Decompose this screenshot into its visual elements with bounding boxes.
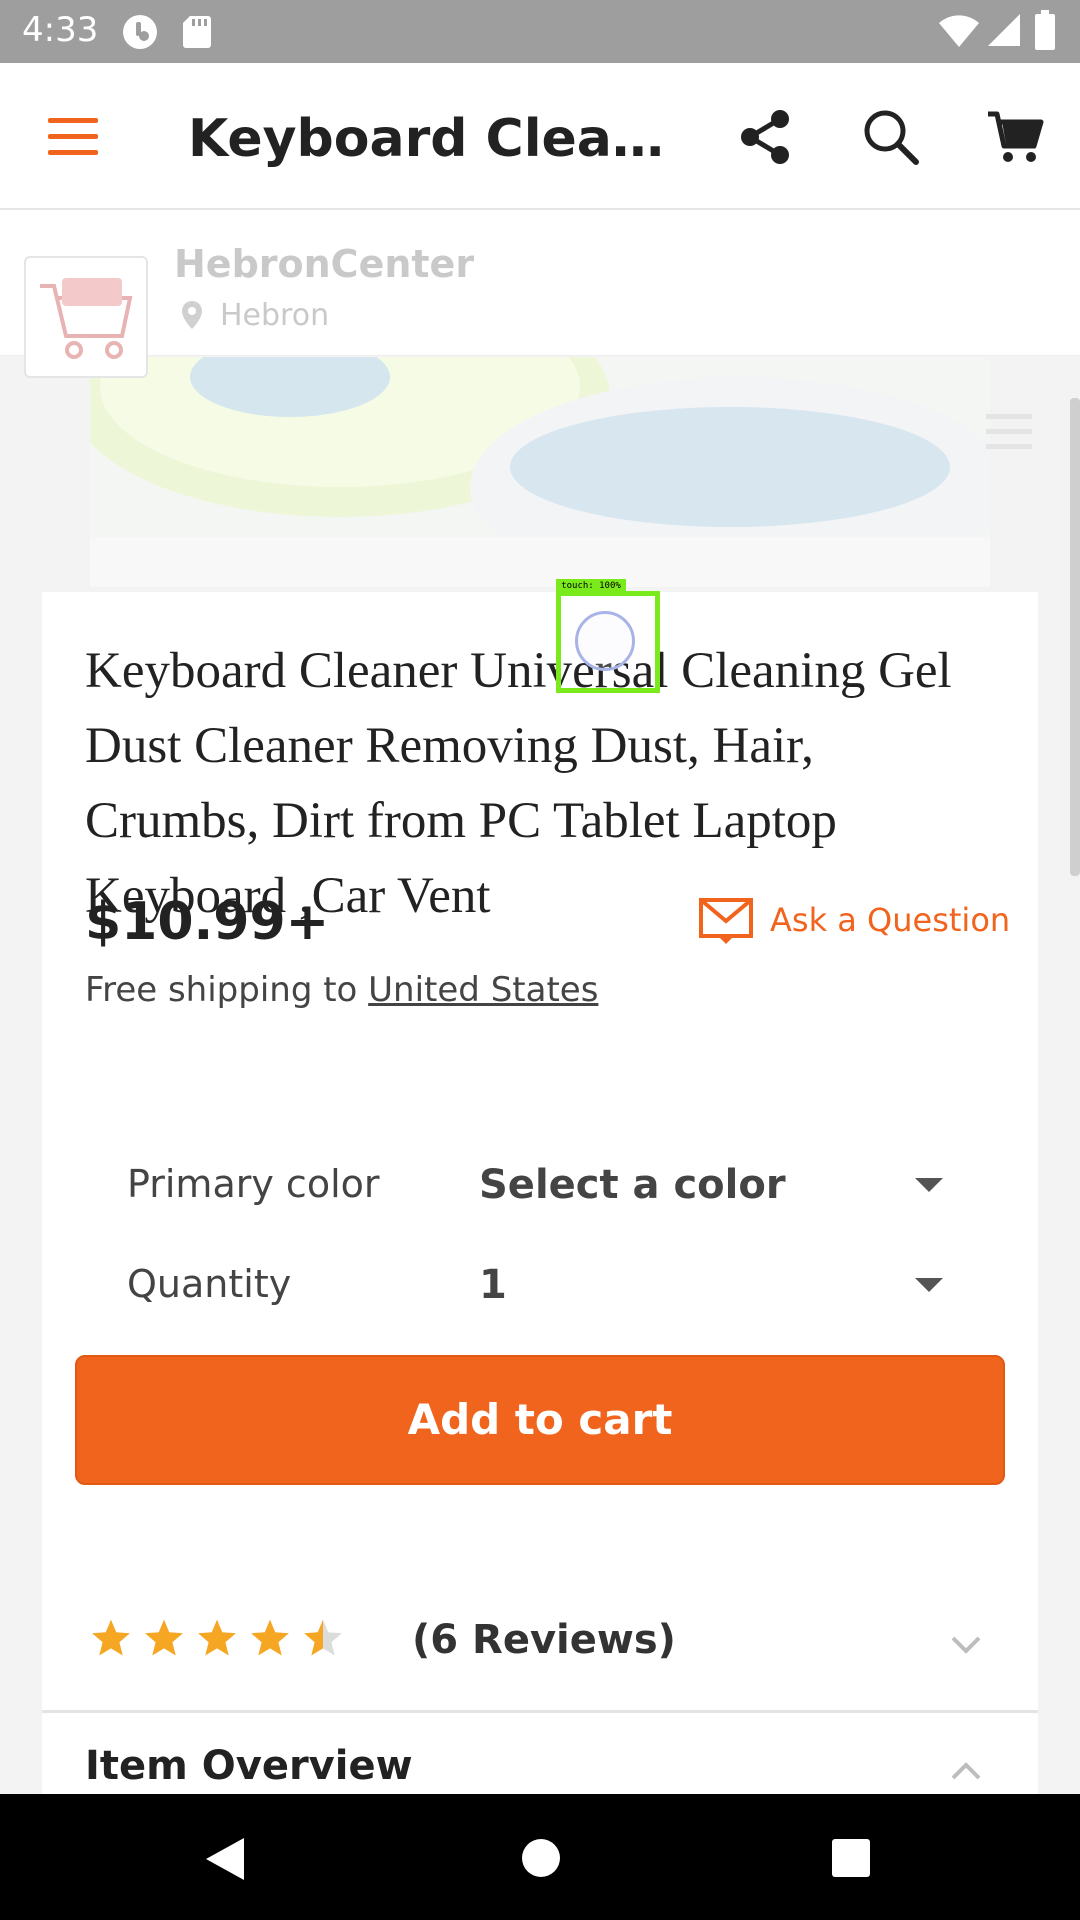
star-icon [196,1617,238,1664]
location-pin-icon [180,300,204,335]
wifi-icon [938,14,980,53]
add-to-cart-label: Add to cart [407,1395,673,1444]
recents-icon[interactable] [831,1838,871,1883]
product-price: $10.99+ [85,892,330,952]
back-icon[interactable] [204,1836,246,1887]
shop-location: Hebron [220,298,330,333]
signal-icon [986,12,1022,53]
reviews-count: (6 Reviews) [412,1617,676,1663]
primary-color-select[interactable]: Primary color Select a color [127,1150,947,1220]
sd-card-icon [182,14,212,53]
shop-name[interactable]: HebronCenter [174,242,474,286]
caret-down-icon [915,1278,943,1292]
product-title: Keyboard Cleaner Universal Cleaning Gel … [85,643,952,924]
star-icon [90,1617,132,1664]
reviews-section[interactable]: (6 Reviews) [42,1559,1038,1713]
touch-point-circle [575,611,635,671]
home-icon[interactable] [520,1837,562,1884]
notification-icon [122,14,158,55]
ask-question-label: Ask a Question [770,901,1011,939]
star-icon [249,1617,291,1664]
add-to-cart-button[interactable]: Add to cart [75,1355,1005,1485]
search-icon[interactable] [862,108,920,171]
shop-logo[interactable] [24,256,148,378]
status-time: 4:33 [22,10,99,50]
star-icon [143,1617,185,1664]
gallery-list-icon[interactable] [986,412,1032,457]
half-star-icon [302,1617,344,1664]
scrollbar-thumb[interactable] [1070,398,1080,876]
page-title: Keyboard Cleane... [188,109,678,169]
cart-icon[interactable] [986,108,1044,171]
system-nav-bar [0,1794,1080,1920]
item-overview-title: Item Overview [85,1743,413,1789]
quantity-select[interactable]: Quantity 1 [127,1250,947,1320]
primary-color-value[interactable]: Select a color [479,1162,786,1208]
status-bar: 4:33 [0,0,1080,63]
shipping-text: Free shipping to [85,970,358,1010]
quantity-value[interactable]: 1 [479,1262,507,1308]
menu-icon[interactable] [48,116,98,161]
product-page[interactable]: HebronCenter Hebron Keyboard Cleaner Uni… [0,212,1080,1794]
product-image[interactable] [90,357,990,587]
share-icon[interactable] [738,109,792,170]
mail-icon [698,897,754,950]
item-overview-section[interactable]: Item Overview [42,1717,1038,1794]
shop-header[interactable]: HebronCenter Hebron [0,212,1080,378]
battery-icon [1034,10,1056,55]
chevron-up-icon[interactable] [950,1761,982,1786]
shipping-country-link[interactable]: United States [368,970,598,1010]
quantity-label: Quantity [127,1262,292,1306]
shipping-info: Free shipping to United States [85,970,598,1010]
product-details-card: Keyboard Cleaner Universal Cleaning Gel … [42,592,1038,1728]
primary-color-label: Primary color [127,1162,380,1206]
chevron-down-icon[interactable] [950,1635,982,1660]
app-bar: Keyboard Cleane... [0,63,1080,210]
caret-down-icon [915,1178,943,1192]
